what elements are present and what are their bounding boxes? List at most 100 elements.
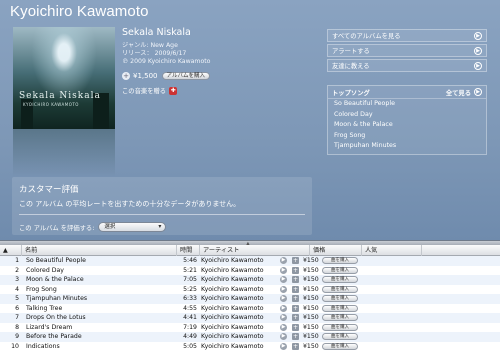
table-row[interactable]: 1 So Beautiful People 5:46 Kyoichiro Kawamo… <box>0 256 500 266</box>
go-arrow-button[interactable]: ▶ <box>280 342 290 350</box>
table-row[interactable]: 6 Talking Tree 4:55 Kyoichiro Kawamoto ▶ + ¥15… <box>0 304 500 314</box>
see-all-button[interactable]: 全て見る ▶ <box>446 88 482 97</box>
top-song-item[interactable]: Moon & the Palace <box>328 120 486 131</box>
add-button[interactable]: + <box>290 295 300 303</box>
arrow-right-icon: ▶ <box>280 285 287 293</box>
buy-song-button[interactable]: 曲を購入 <box>322 276 358 284</box>
track-name[interactable]: Colored Day <box>22 267 177 274</box>
track-artist[interactable]: Kyoichiro Kawamoto <box>197 276 280 283</box>
track-price: ¥150 <box>303 323 319 331</box>
top-song-item[interactable]: Tjampuhan Minutes <box>328 141 486 152</box>
buy-song-button[interactable]: 曲を購入 <box>322 257 358 265</box>
column-header-price[interactable]: 価格 <box>310 244 362 256</box>
gift-icon[interactable]: ✚ <box>169 86 178 95</box>
table-row[interactable]: 2 Colored Day 5:21 Kyoichiro Kawamoto ▶ + ¥150… <box>0 266 500 276</box>
track-name[interactable]: Frog Song <box>22 286 177 293</box>
review-title: カスタマー評価 <box>19 185 79 195</box>
table-row[interactable]: 3 Moon & the Palace 7:05 Kyoichiro Kawamoto… <box>0 275 500 285</box>
track-number: 6 <box>15 304 19 312</box>
buy-song-button[interactable]: 曲を購入 <box>322 342 358 350</box>
column-header-popularity[interactable]: 人気 <box>362 244 422 256</box>
column-header-artist[interactable]: アーティスト <box>200 244 310 256</box>
track-artist[interactable]: Kyoichiro Kawamoto <box>197 267 280 274</box>
top-song-item[interactable]: So Beautiful People <box>328 99 486 110</box>
buy-song-button[interactable]: 曲を購入 <box>322 333 358 341</box>
gift-row[interactable]: この音楽を贈る ✚ <box>122 86 312 95</box>
plus-icon: + <box>292 276 299 284</box>
rating-select[interactable]: 選択 <box>98 222 167 232</box>
track-artist[interactable]: Kyoichiro Kawamoto <box>197 257 280 264</box>
buy-song-button[interactable]: 曲を購入 <box>322 314 358 322</box>
track-artist[interactable]: Kyoichiro Kawamoto <box>197 343 280 350</box>
table-row[interactable]: 4 Frog Song 5:25 Kyoichiro Kawamoto ▶ + ¥150 曲を… <box>0 285 500 295</box>
go-arrow-button[interactable]: ▶ <box>280 333 290 341</box>
gift-music-link[interactable]: この音楽を贈る <box>122 86 166 95</box>
track-list-header: ▲ 名前 時間 アーティスト 価格 人気 <box>0 244 500 256</box>
track-name[interactable]: Indications <box>22 343 177 350</box>
column-header-time[interactable]: 時間 <box>177 244 200 256</box>
add-button[interactable]: + <box>290 276 300 284</box>
column-header-number[interactable]: ▲ <box>0 244 22 256</box>
track-artist[interactable]: Kyoichiro Kawamoto <box>197 314 280 321</box>
add-button[interactable]: + <box>290 323 300 331</box>
track-price: ¥150 <box>303 257 319 265</box>
track-name[interactable]: Before the Parade <box>22 333 177 340</box>
table-row[interactable]: 7 Drops On the Lotus 4:41 Kyoichiro Kawamot… <box>0 313 500 323</box>
add-button[interactable]: + <box>290 342 300 350</box>
table-row[interactable]: 8 Lizard's Dream 7:19 Kyoichiro Kawamoto ▶ + ¥… <box>0 323 500 333</box>
track-artist[interactable]: Kyoichiro Kawamoto <box>197 324 280 331</box>
rate-label: この アルバム を評価する: <box>19 224 95 232</box>
add-button[interactable]: + <box>290 333 300 341</box>
go-arrow-button[interactable]: ▶ <box>280 257 290 265</box>
buy-song-button[interactable]: 曲を購入 <box>322 304 358 312</box>
table-row[interactable]: 9 Before the Parade 4:49 Kyoichiro Kawamoto… <box>0 332 500 342</box>
track-artist[interactable]: Kyoichiro Kawamoto <box>197 333 280 340</box>
track-artist[interactable]: Kyoichiro Kawamoto <box>197 295 280 302</box>
add-button[interactable]: + <box>290 304 300 312</box>
alert-link[interactable]: アラートする ▶ <box>327 44 487 57</box>
plus-icon: + <box>292 295 299 303</box>
top-song-item[interactable]: Colored Day <box>328 110 486 121</box>
buy-song-button[interactable]: 曲を購入 <box>322 266 358 274</box>
go-arrow-button[interactable]: ▶ <box>280 276 290 284</box>
go-arrow-button[interactable]: ▶ <box>280 285 290 293</box>
add-button[interactable]: + <box>290 314 300 322</box>
arrow-right-icon: ▶ <box>474 46 482 55</box>
top-songs-header: トップソング 全て見る ▶ <box>328 86 486 99</box>
see-all-albums-link[interactable]: すべてのアルバムを見る ▶ <box>327 29 487 42</box>
see-all-label: 全て見る <box>445 89 471 97</box>
track-number: 5 <box>15 295 19 303</box>
add-button[interactable]: + <box>290 257 300 265</box>
go-arrow-button[interactable]: ▶ <box>280 304 290 312</box>
album-artwork[interactable]: Sekala Niskala KYOICHIRO KAWAMOTO <box>13 27 115 129</box>
artist-title[interactable]: Kyoichiro Kawamoto <box>10 3 149 20</box>
go-arrow-button[interactable]: ▶ <box>280 266 290 274</box>
add-button[interactable]: + <box>290 266 300 274</box>
plus-icon[interactable]: + <box>122 72 130 80</box>
table-row[interactable]: 10 Indications 5:05 Kyoichiro Kawamoto ▶ + ¥15… <box>0 342 500 352</box>
track-artist[interactable]: Kyoichiro Kawamoto <box>197 305 280 312</box>
buy-album-button[interactable]: アルバムを購入 <box>161 72 210 80</box>
track-name[interactable]: So Beautiful People <box>22 257 177 264</box>
go-arrow-button[interactable]: ▶ <box>280 295 290 303</box>
track-name[interactable]: Talking Tree <box>22 305 177 312</box>
buy-song-button[interactable]: 曲を購入 <box>322 323 358 331</box>
link-label: 友達に教える <box>332 63 370 70</box>
top-song-item[interactable]: Frog Song <box>328 131 486 142</box>
buy-song-button[interactable]: 曲を購入 <box>322 295 358 303</box>
buy-song-button[interactable]: 曲を購入 <box>322 285 358 293</box>
column-header-name[interactable]: 名前 <box>22 244 177 256</box>
track-time: 5:05 <box>183 342 197 350</box>
go-arrow-button[interactable]: ▶ <box>280 323 290 331</box>
track-time: 6:33 <box>183 295 197 303</box>
go-arrow-button[interactable]: ▶ <box>280 314 290 322</box>
track-name[interactable]: Drops On the Lotus <box>22 314 177 321</box>
arrow-right-icon: ▶ <box>280 266 287 274</box>
track-name[interactable]: Moon & the Palace <box>22 276 177 283</box>
table-row[interactable]: 5 Tjampuhan Minutes 6:33 Kyoichiro Kawamoto… <box>0 294 500 304</box>
tell-a-friend-link[interactable]: 友達に教える ▶ <box>327 59 487 72</box>
track-artist[interactable]: Kyoichiro Kawamoto <box>197 286 280 293</box>
track-name[interactable]: Tjampuhan Minutes <box>22 295 177 302</box>
track-name[interactable]: Lizard's Dream <box>22 324 177 331</box>
add-button[interactable]: + <box>290 285 300 293</box>
